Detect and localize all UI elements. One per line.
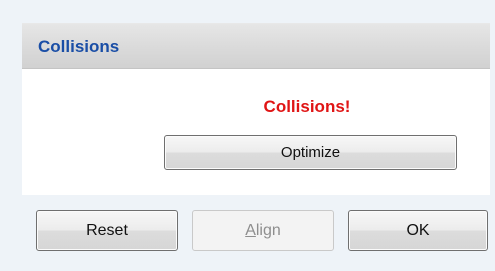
panel-title: Collisions [38,37,120,56]
collision-status-text: Collisions! [263,97,351,116]
reset-button[interactable]: Reset [36,210,178,251]
align-label-rest: lign [255,222,281,239]
ok-button[interactable]: OK [348,210,488,251]
align-mnemonic: A [245,222,256,239]
collisions-panel: Collisions Collisions! Optimize [22,23,490,195]
optimize-button[interactable]: Optimize [164,135,457,170]
panel-header: Collisions [22,23,490,69]
align-button: Align [192,210,334,251]
